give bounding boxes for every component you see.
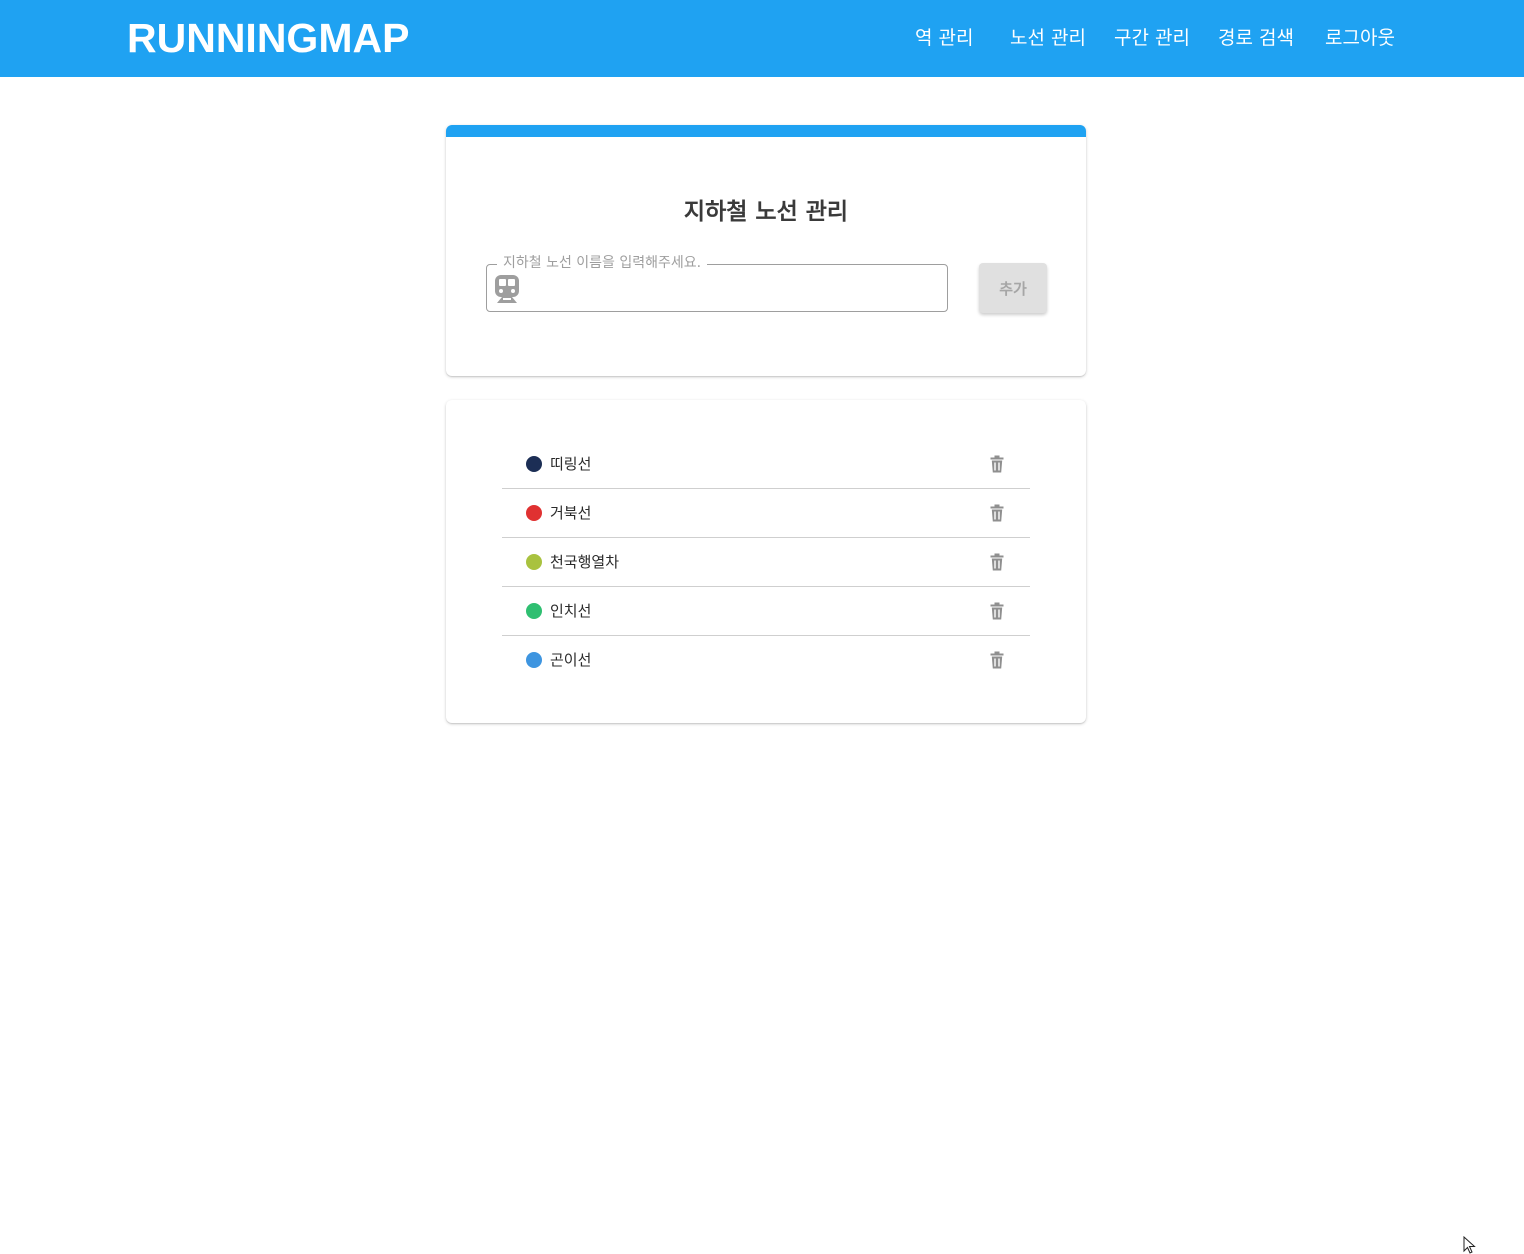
line-color-dot	[526, 505, 542, 521]
line-name: 거북선	[550, 504, 592, 522]
delete-icon[interactable]	[990, 455, 1004, 473]
card-accent-bar	[446, 125, 1086, 137]
nav-path-search[interactable]: 경로 검색	[1218, 24, 1294, 52]
line-form-card: 지하철 노선 관리 지하철 노선 이름을 입력해주세요. 추가	[446, 125, 1086, 376]
line-list-item: 인치선	[502, 587, 1030, 636]
line-list-item: 곤이선	[502, 636, 1030, 685]
line-name: 인치선	[550, 602, 592, 620]
line-name: 곤이선	[550, 651, 592, 669]
nav-station-management[interactable]: 역 관리	[915, 24, 973, 52]
line-list-item: 천국행열차	[502, 538, 1030, 587]
page-title: 지하철 노선 관리	[683, 199, 849, 225]
line-name: 천국행열차	[550, 553, 620, 571]
line-color-dot	[526, 456, 542, 472]
subway-icon	[495, 275, 519, 303]
delete-icon[interactable]	[990, 651, 1004, 669]
line-list: 띠링선거북선천국행열차인치선곤이선	[502, 440, 1030, 685]
line-list-item: 거북선	[502, 489, 1030, 538]
add-line-button[interactable]: 추가	[979, 263, 1047, 313]
line-color-dot	[526, 603, 542, 619]
delete-icon[interactable]	[990, 553, 1004, 571]
line-color-dot	[526, 652, 542, 668]
line-color-dot	[526, 554, 542, 570]
line-name-field[interactable]: 지하철 노선 이름을 입력해주세요.	[486, 253, 948, 312]
line-list-card: 띠링선거북선천국행열차인치선곤이선	[446, 400, 1086, 723]
nav-section-management[interactable]: 구간 관리	[1114, 24, 1190, 52]
line-name-field-label: 지하철 노선 이름을 입력해주세요.	[497, 253, 708, 273]
nav-logout[interactable]: 로그아웃	[1325, 24, 1395, 52]
line-name: 띠링선	[550, 455, 592, 473]
top-navbar: RUNNINGMAP 역 관리 노선 관리 구간 관리 경로 검색 로그아웃	[0, 0, 1524, 77]
delete-icon[interactable]	[990, 602, 1004, 620]
mouse-cursor-icon	[1463, 1236, 1476, 1254]
delete-icon[interactable]	[990, 504, 1004, 522]
nav-line-management[interactable]: 노선 관리	[1010, 24, 1086, 52]
line-name-input[interactable]	[527, 273, 937, 303]
line-list-item: 띠링선	[502, 440, 1030, 489]
brand-logo[interactable]: RUNNINGMAP	[127, 14, 409, 62]
